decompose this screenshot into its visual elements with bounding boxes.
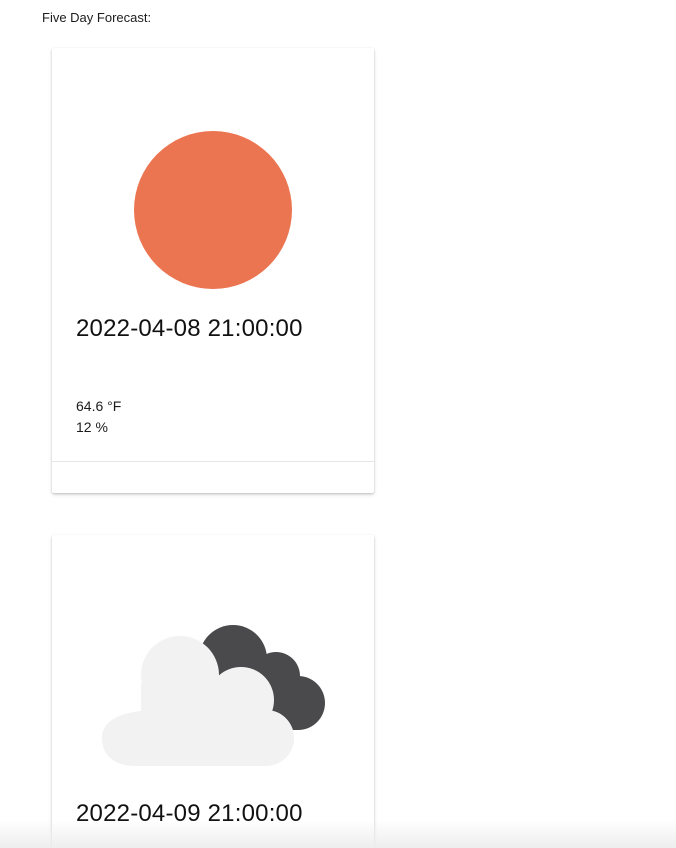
forecast-page: Five Day Forecast: 2022-04-08 21:00:00 6… bbox=[0, 0, 676, 848]
sun-icon bbox=[134, 131, 292, 289]
forecast-humidity: 12 % bbox=[76, 419, 108, 435]
cloudy-icon bbox=[102, 625, 325, 766]
forecast-date: 2022-04-08 21:00:00 bbox=[76, 315, 303, 342]
forecast-card: 2022-04-08 21:00:00 64.6 °F 12 % bbox=[52, 48, 374, 493]
section-title: Five Day Forecast: bbox=[42, 10, 152, 25]
forecast-card: 2022-04-09 21:00:00 bbox=[52, 535, 374, 848]
forecast-date: 2022-04-09 21:00:00 bbox=[76, 800, 303, 827]
forecast-temperature: 64.6 °F bbox=[76, 398, 122, 414]
card-divider bbox=[52, 461, 374, 462]
